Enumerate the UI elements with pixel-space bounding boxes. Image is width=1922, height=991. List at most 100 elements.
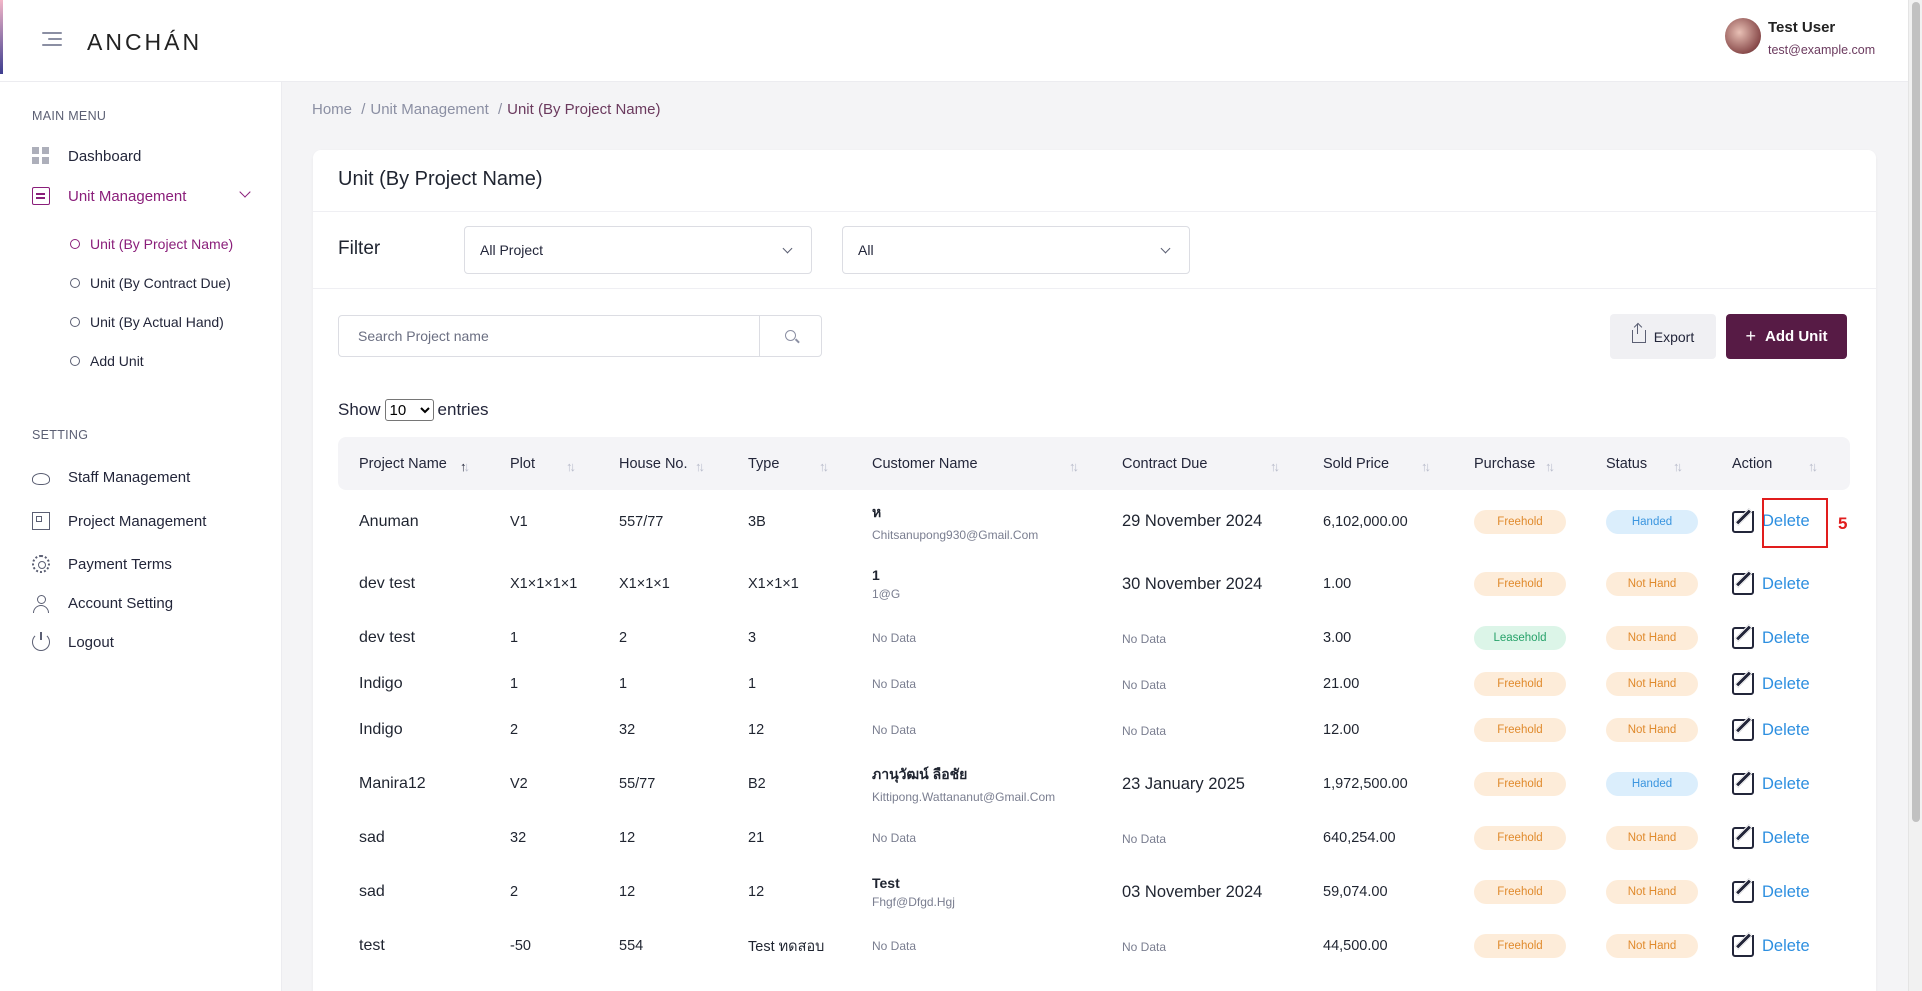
col-type[interactable]: Type ↑↓ — [727, 437, 851, 490]
user-name[interactable]: Test User — [1768, 19, 1835, 36]
col-status[interactable]: Status ↑↓ — [1585, 437, 1711, 490]
chevron-down-icon — [782, 243, 793, 254]
add-unit-button[interactable]: + Add Unit — [1726, 314, 1847, 359]
column-label: Status — [1606, 455, 1648, 472]
edit-icon[interactable] — [1732, 673, 1754, 695]
export-button[interactable]: Export — [1610, 314, 1716, 359]
col-action[interactable]: Action ↑↓ — [1711, 437, 1850, 490]
col-purchase[interactable]: Purchase ↑↓ — [1453, 437, 1585, 490]
sidebar-item-account[interactable]: Account Setting — [32, 592, 173, 614]
column-label: Project Name — [359, 455, 447, 472]
edit-icon[interactable] — [1732, 773, 1754, 795]
units-table: Project Name ↑↓ Plot ↑↓ House No. ↑↓ Type ↑↓… — [338, 437, 1850, 969]
cell-sold-price: 21.00 — [1323, 676, 1360, 692]
search-button[interactable] — [761, 316, 822, 356]
project-filter-select[interactable]: All Project — [464, 226, 812, 274]
cell-house-no: 554 — [619, 938, 644, 954]
cell-type: 3B — [748, 513, 766, 530]
menu-toggle-icon[interactable] — [42, 32, 62, 46]
filter-label: Filter — [338, 238, 381, 259]
cell-customer: Test Fhgf@Dfgd.Hgj — [851, 861, 1101, 923]
project-filter-value: All Project — [480, 242, 544, 258]
cell-plot: 1 — [510, 630, 519, 646]
sort-icon: ↑↓ — [695, 459, 705, 474]
no-data-text: No Data — [1122, 939, 1167, 954]
sidebar-item-payment[interactable]: Payment Terms — [32, 553, 172, 575]
cell-sold-price: 1.00 — [1323, 576, 1352, 592]
sidebar-subitem-by-project[interactable]: Unit (By Project Name) — [70, 234, 233, 254]
search-input[interactable] — [339, 316, 760, 356]
user-avatar[interactable] — [1725, 18, 1761, 54]
col-contract-due[interactable]: Contract Due ↑↓ — [1101, 437, 1302, 490]
show-label: Show — [338, 400, 381, 419]
edit-icon[interactable] — [1732, 627, 1754, 649]
status-filter-select[interactable]: All — [842, 226, 1190, 274]
user-email: test@example.com — [1768, 43, 1876, 57]
delete-link[interactable]: Delete — [1762, 883, 1810, 902]
cell-status: Not Hand — [1585, 815, 1711, 861]
cell-purchase: Freehold — [1453, 753, 1585, 815]
customer-email: Chitsanupong930@Gmail.Com — [872, 527, 1039, 542]
sidebar-item-dashboard[interactable]: Dashboard — [32, 145, 141, 167]
delete-link[interactable]: Delete — [1762, 775, 1810, 794]
scrollbar-thumb[interactable] — [1912, 2, 1920, 822]
sidebar-item-project[interactable]: Project Management — [32, 510, 206, 532]
purchase-badge: Freehold — [1474, 572, 1566, 596]
edit-icon[interactable] — [1732, 719, 1754, 741]
sidebar-subitem-by-contract[interactable]: Unit (By Contract Due) — [70, 273, 231, 293]
cell-customer: ภานุวัฒน์ ลือชัย Kittipong.Wattananut@Gma… — [851, 753, 1101, 815]
sidebar-item-staff[interactable]: Staff Management — [32, 466, 190, 488]
delete-link[interactable]: Delete — [1762, 575, 1810, 594]
col-house-no[interactable]: House No. ↑↓ — [598, 437, 727, 490]
breadcrumb-home[interactable]: Home — [312, 101, 352, 118]
table-row: Indigo 1 1 1 No Data No Data 21.00 Freehold Not … — [338, 661, 1850, 707]
cell-action: Delete — [1711, 815, 1850, 861]
edit-icon[interactable] — [1732, 510, 1754, 533]
edit-icon[interactable] — [1732, 881, 1754, 903]
chevron-down-icon — [1160, 243, 1171, 254]
users-icon — [32, 473, 50, 485]
sort-icon: ↑↓ — [1545, 459, 1555, 474]
sidebar-item-label: Account Setting — [68, 594, 174, 612]
edit-icon[interactable] — [1732, 935, 1754, 957]
app-logo[interactable]: ANCHÁN — [87, 29, 202, 56]
col-customer-name[interactable]: Customer Name ↑↓ — [851, 437, 1101, 490]
edit-icon[interactable] — [1732, 573, 1754, 595]
delete-link[interactable]: Delete — [1762, 629, 1810, 648]
column-label: Type — [748, 455, 780, 472]
cell-status: Not Hand — [1585, 707, 1711, 753]
cell-type: 1 — [748, 676, 757, 692]
sidebar-subitem-label: Unit (By Actual Hand) — [90, 314, 224, 330]
col-project-name[interactable]: Project Name ↑↓ — [338, 437, 489, 490]
delete-link[interactable]: Delete — [1762, 937, 1810, 956]
sidebar-item-unit-management[interactable]: Unit Management — [32, 185, 252, 207]
col-sold-price[interactable]: Sold Price ↑↓ — [1302, 437, 1453, 490]
col-plot[interactable]: Plot ↑↓ — [489, 437, 598, 490]
sort-icon: ↑↓ — [1808, 459, 1818, 474]
edit-icon[interactable] — [1732, 827, 1754, 849]
cell-project-name: sad — [359, 883, 385, 900]
breadcrumb-separator: / — [497, 101, 503, 118]
sidebar-subitem-add-unit[interactable]: Add Unit — [70, 351, 144, 371]
breadcrumb-separator: / — [361, 101, 366, 118]
sidebar-subitem-by-actual-hand[interactable]: Unit (By Actual Hand) — [70, 312, 224, 332]
sidebar-item-logout[interactable]: Logout — [32, 631, 114, 653]
cell-house-no: 2 — [619, 630, 628, 646]
gear-icon — [32, 555, 50, 573]
unit-icon — [32, 187, 50, 205]
no-data-text: No Data — [872, 631, 917, 645]
page-length-select[interactable]: 10 — [384, 399, 434, 421]
no-data-text: No Data — [1122, 677, 1167, 692]
purchase-badge: Freehold — [1474, 718, 1566, 742]
column-label: Sold Price — [1323, 455, 1390, 472]
vertical-scrollbar[interactable] — [1908, 0, 1922, 991]
cell-house-no: X1×1×1 — [619, 576, 670, 592]
highlight-label: 5 — [1838, 514, 1848, 533]
delete-link[interactable]: Delete — [1762, 721, 1810, 740]
customer-name: ห — [872, 503, 882, 520]
breadcrumb-unit-management[interactable]: Unit Management — [370, 101, 488, 118]
sidebar-subitem-label: Unit (By Contract Due) — [90, 275, 231, 291]
sidebar-subitem-label: Add Unit — [90, 353, 144, 369]
delete-link[interactable]: Delete — [1762, 675, 1810, 694]
delete-link[interactable]: Delete — [1762, 829, 1810, 848]
